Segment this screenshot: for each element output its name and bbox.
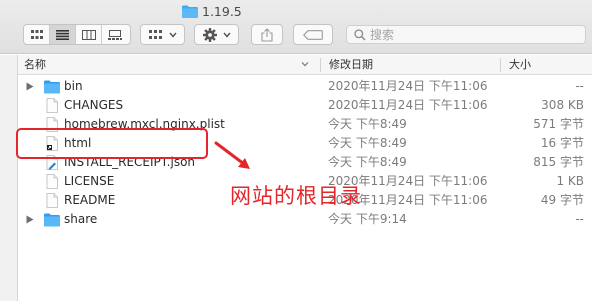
search-field[interactable]: [346, 25, 586, 44]
file-size: 308 KB: [541, 98, 584, 112]
column-header-name[interactable]: 名称: [24, 55, 46, 75]
list-view-button[interactable]: [50, 25, 76, 44]
share-icon: [261, 27, 273, 42]
document-icon: [46, 193, 58, 208]
file-date: 今天 下午9:14: [328, 212, 407, 226]
file-name: CHANGES: [64, 98, 124, 112]
file-date: 2020年11月24日 下午11:06: [328, 79, 488, 93]
list-icon: [56, 29, 69, 40]
file-name: README: [64, 193, 116, 207]
folder-icon: [182, 5, 198, 18]
grid-icon: [30, 29, 43, 39]
file-name: bin: [64, 79, 83, 93]
search-input[interactable]: [370, 27, 550, 42]
folder-icon: [44, 80, 60, 94]
columns-icon: [81, 29, 96, 40]
chevron-down-icon: [222, 32, 231, 38]
search-icon: [354, 28, 366, 41]
file-row[interactable]: CHANGES 2020年11月24日 下午11:06 308 KB: [18, 96, 592, 115]
file-size: 1 KB: [556, 174, 584, 188]
group-grid-icon: [148, 29, 162, 39]
file-size: --: [575, 79, 584, 93]
gallery-icon: [108, 29, 122, 40]
window-title-text: 1.19.5: [202, 3, 242, 19]
column-header-size[interactable]: 大小: [509, 55, 531, 75]
gallery-view-button[interactable]: [102, 25, 128, 44]
file-size: 815 字节: [533, 155, 584, 169]
document-icon: [46, 98, 58, 113]
window-title: 1.19.5: [182, 3, 242, 19]
disclosure-triangle-icon[interactable]: [26, 82, 34, 91]
finder-toolbar: 1.19.5: [0, 0, 592, 54]
file-name: share: [64, 212, 98, 226]
share-button[interactable]: [251, 24, 283, 45]
column-header: 名称 修改日期 大小: [18, 55, 592, 75]
file-date: 2020年11月24日 下午11:06: [328, 98, 488, 112]
action-menu-button[interactable]: [194, 24, 239, 45]
icon-view-button[interactable]: [24, 25, 50, 44]
folder-icon: [44, 213, 60, 227]
file-size: --: [575, 212, 584, 226]
group-by-button[interactable]: [140, 24, 185, 45]
tags-button[interactable]: [293, 24, 333, 45]
column-divider[interactable]: [320, 58, 321, 72]
file-row[interactable]: bin 2020年11月24日 下午11:06 --: [18, 77, 592, 96]
gear-icon: [202, 27, 217, 42]
file-date: 今天 下午8:49: [328, 136, 407, 150]
file-size: 571 字节: [533, 117, 584, 131]
chevron-down-icon: [168, 32, 177, 38]
sort-chevron-icon: [301, 62, 309, 67]
sidebar-edge: [0, 55, 18, 301]
file-size: 49 字节: [540, 193, 584, 207]
document-icon: [46, 174, 58, 189]
view-mode-control[interactable]: [23, 24, 131, 45]
disclosure-triangle-icon[interactable]: [26, 215, 34, 224]
file-name: LICENSE: [64, 174, 115, 188]
tag-icon: [303, 29, 323, 40]
column-header-date[interactable]: 修改日期: [329, 55, 373, 75]
file-row[interactable]: share 今天 下午9:14 --: [18, 210, 592, 229]
highlight-box: [16, 128, 208, 159]
annotation-arrow-icon: [214, 141, 250, 169]
file-date: 今天 下午8:49: [328, 155, 407, 169]
file-size: 16 字节: [540, 136, 584, 150]
column-divider[interactable]: [500, 58, 501, 72]
column-view-button[interactable]: [76, 25, 102, 44]
file-date: 今天 下午8:49: [328, 117, 407, 131]
annotation-label: 网站的根目录: [230, 184, 362, 208]
